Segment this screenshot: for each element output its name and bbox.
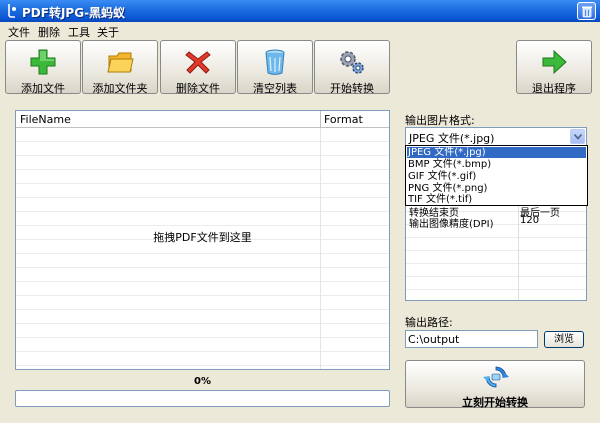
chevron-down-icon	[574, 134, 582, 140]
menu-delete[interactable]: 删除	[38, 24, 60, 40]
trash-icon	[582, 6, 592, 18]
add-folder-label: 添加文件夹	[92, 82, 148, 95]
output-path-input[interactable]	[406, 331, 537, 347]
format-option-png[interactable]: PNG 文件(*.png)	[407, 183, 586, 194]
format-option-bmp[interactable]: BMP 文件(*.bmp)	[407, 159, 586, 170]
start-convert-label: 开始转换	[330, 82, 374, 95]
output-path-field[interactable]	[405, 330, 538, 348]
minimize-button[interactable]	[577, 2, 596, 20]
column-format[interactable]: Format	[324, 113, 363, 126]
output-format-value: JPEG 文件(*.jpg)	[409, 132, 495, 145]
delete-file-label: 删除文件	[176, 82, 220, 95]
file-list-header: FileName Format	[16, 111, 389, 128]
format-option-tif[interactable]: TIF 文件(*.tif)	[407, 194, 586, 205]
delete-file-button[interactable]: 删除文件	[160, 40, 236, 95]
add-file-button[interactable]: 添加文件	[5, 40, 81, 95]
menu-file[interactable]: 文件	[8, 24, 30, 40]
add-file-label: 添加文件	[21, 82, 65, 95]
format-option-jpg[interactable]: JPEG 文件(*.jpg)	[407, 147, 586, 158]
folder-icon	[107, 52, 134, 73]
file-list[interactable]: FileName Format 拖拽PDF文件到这里	[15, 110, 390, 370]
gears-icon	[340, 51, 364, 74]
add-folder-button[interactable]: 添加文件夹	[82, 40, 158, 95]
progress-bar	[15, 390, 390, 407]
column-filename[interactable]: FileName	[20, 113, 71, 126]
clear-list-label: 清空列表	[253, 82, 297, 95]
property-value: 120	[520, 215, 540, 226]
start-convert-button[interactable]: 开始转换	[314, 40, 390, 95]
output-format-select[interactable]: JPEG 文件(*.jpg)	[405, 127, 587, 146]
refresh-icon	[483, 366, 509, 388]
window-title: PDF转JPG-黑蚂蚁	[22, 6, 126, 20]
property-name: 输出图像精度(DPI)	[409, 219, 494, 230]
clear-list-button[interactable]: 清空列表	[237, 40, 313, 95]
delete-x-icon	[185, 51, 211, 74]
output-format-label: 输出图片格式:	[405, 114, 475, 127]
convert-now-label: 立刻开始转换	[462, 396, 528, 409]
plus-icon	[30, 49, 56, 75]
exit-label: 退出程序	[532, 82, 576, 95]
output-format-dropdown: JPEG 文件(*.jpg) BMP 文件(*.bmp) GIF 文件(*.gi…	[405, 145, 588, 206]
property-row[interactable]: 输出图像精度(DPI) 120	[406, 215, 586, 230]
drop-hint: 拖拽PDF文件到这里	[153, 231, 252, 244]
convert-now-button[interactable]: 立刻开始转换	[405, 360, 585, 409]
format-option-gif[interactable]: GIF 文件(*.gif)	[407, 171, 586, 182]
browse-button[interactable]: 浏览	[544, 331, 584, 348]
file-list-rows	[16, 128, 389, 369]
arrow-right-icon	[542, 49, 567, 75]
menu-bar: 文件 删除 工具 关于	[0, 22, 600, 40]
menu-tools[interactable]: 工具	[68, 24, 90, 40]
title-bar: PDF转JPG-黑蚂蚁	[0, 0, 600, 22]
exit-button[interactable]: 退出程序	[516, 40, 592, 95]
menu-about[interactable]: 关于	[97, 24, 119, 40]
dropdown-button[interactable]	[570, 129, 585, 144]
progress-percent: 0%	[194, 376, 211, 387]
output-path-label: 输出路径:	[405, 316, 453, 329]
trash-can-icon	[265, 49, 285, 75]
app-icon	[8, 4, 16, 18]
